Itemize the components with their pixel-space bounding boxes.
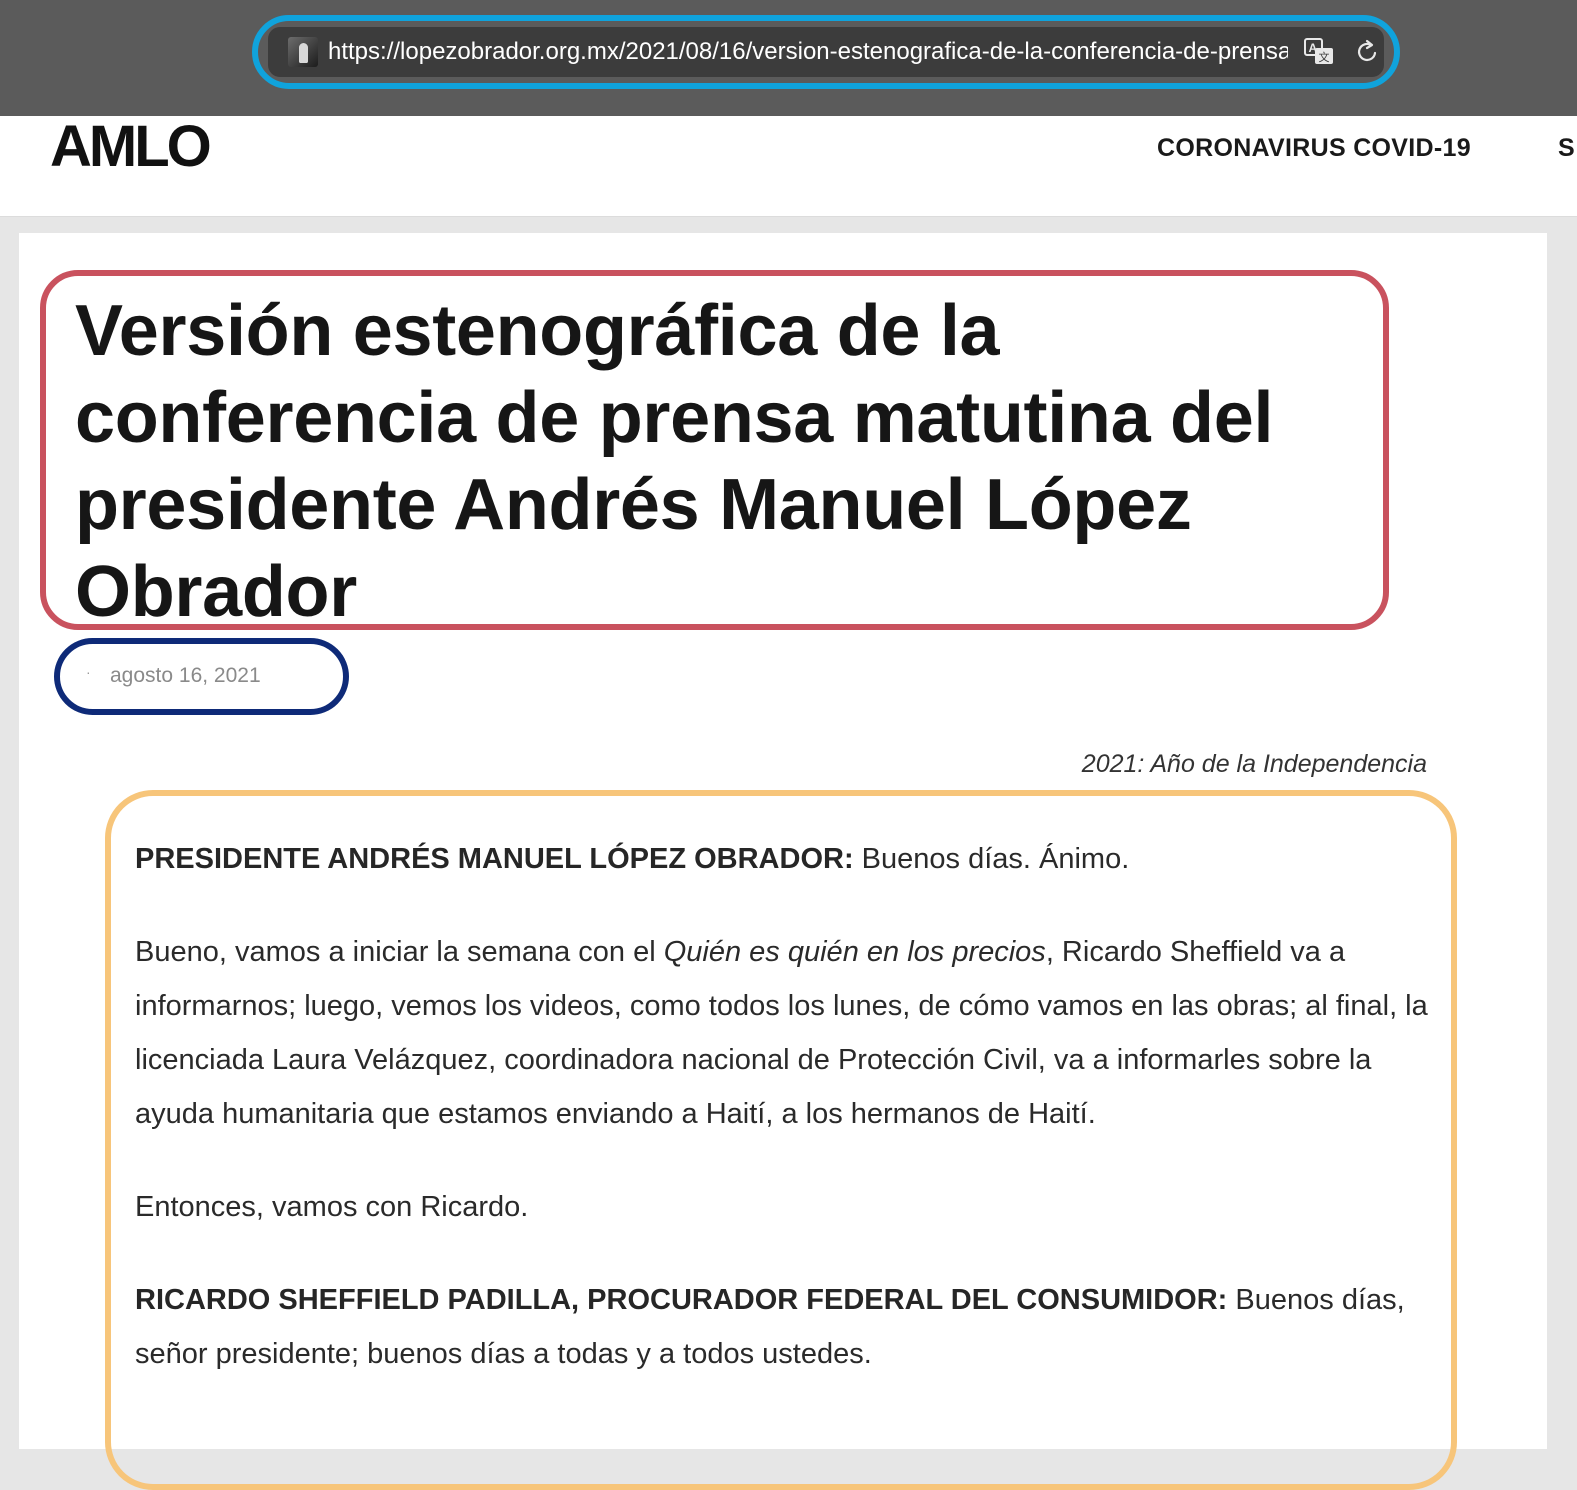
paragraph-agenda: Bueno, vamos a iniciar la semana con el … bbox=[135, 925, 1435, 1141]
date-separator: · bbox=[86, 664, 91, 680]
paragraph-text: Buenos días. Ánimo. bbox=[853, 843, 1130, 875]
program-title: Quién es quién en los precios bbox=[663, 936, 1046, 968]
paragraph-sheffield-greeting: RICARDO SHEFFIELD PADILLA, PROCURADOR FE… bbox=[135, 1273, 1435, 1381]
paragraph-handover: Entonces, vamos con Ricardo. bbox=[135, 1180, 1435, 1234]
nav-item-next-partial[interactable]: S bbox=[1558, 134, 1577, 163]
year-motto: 2021: Año de la Independencia bbox=[1081, 750, 1427, 778]
url-text[interactable]: https://lopezobrador.org.mx/2021/08/16/v… bbox=[328, 27, 1288, 77]
nav-item-coronavirus[interactable]: CORONAVIRUS COVID-19 bbox=[1157, 134, 1471, 163]
site-header: AMLO CORONAVIRUS COVID-19 S bbox=[0, 116, 1577, 217]
reload-icon[interactable] bbox=[1350, 35, 1384, 69]
svg-text:文: 文 bbox=[1319, 50, 1330, 64]
url-highlight: https://lopezobrador.org.mx/2021/08/16/v… bbox=[252, 15, 1400, 89]
browser-toolbar: https://lopezobrador.org.mx/2021/08/16/v… bbox=[0, 0, 1577, 116]
paragraph-president-greeting: PRESIDENTE ANDRÉS MANUEL LÓPEZ OBRADOR: … bbox=[135, 832, 1435, 886]
speaker-label: PRESIDENTE ANDRÉS MANUEL LÓPEZ OBRADOR: bbox=[135, 843, 854, 875]
address-bar[interactable]: https://lopezobrador.org.mx/2021/08/16/v… bbox=[268, 27, 1384, 77]
paragraph-text: Entonces, vamos con Ricardo. bbox=[135, 1191, 529, 1223]
post-title: Versión estenográfica de la conferencia … bbox=[75, 291, 1274, 632]
paragraph-text: Bueno, vamos a iniciar la semana con el bbox=[135, 936, 664, 968]
site-logo[interactable]: AMLO bbox=[50, 116, 212, 178]
speaker-label: RICARDO SHEFFIELD PADILLA, PROCURADOR FE… bbox=[135, 1284, 1228, 1316]
article-body: PRESIDENTE ANDRÉS MANUEL LÓPEZ OBRADOR: … bbox=[135, 832, 1435, 1420]
translate-icon[interactable]: A 文 bbox=[1302, 35, 1336, 69]
post-date[interactable]: agosto 16, 2021 bbox=[110, 664, 261, 688]
site-favicon-icon bbox=[288, 37, 318, 67]
